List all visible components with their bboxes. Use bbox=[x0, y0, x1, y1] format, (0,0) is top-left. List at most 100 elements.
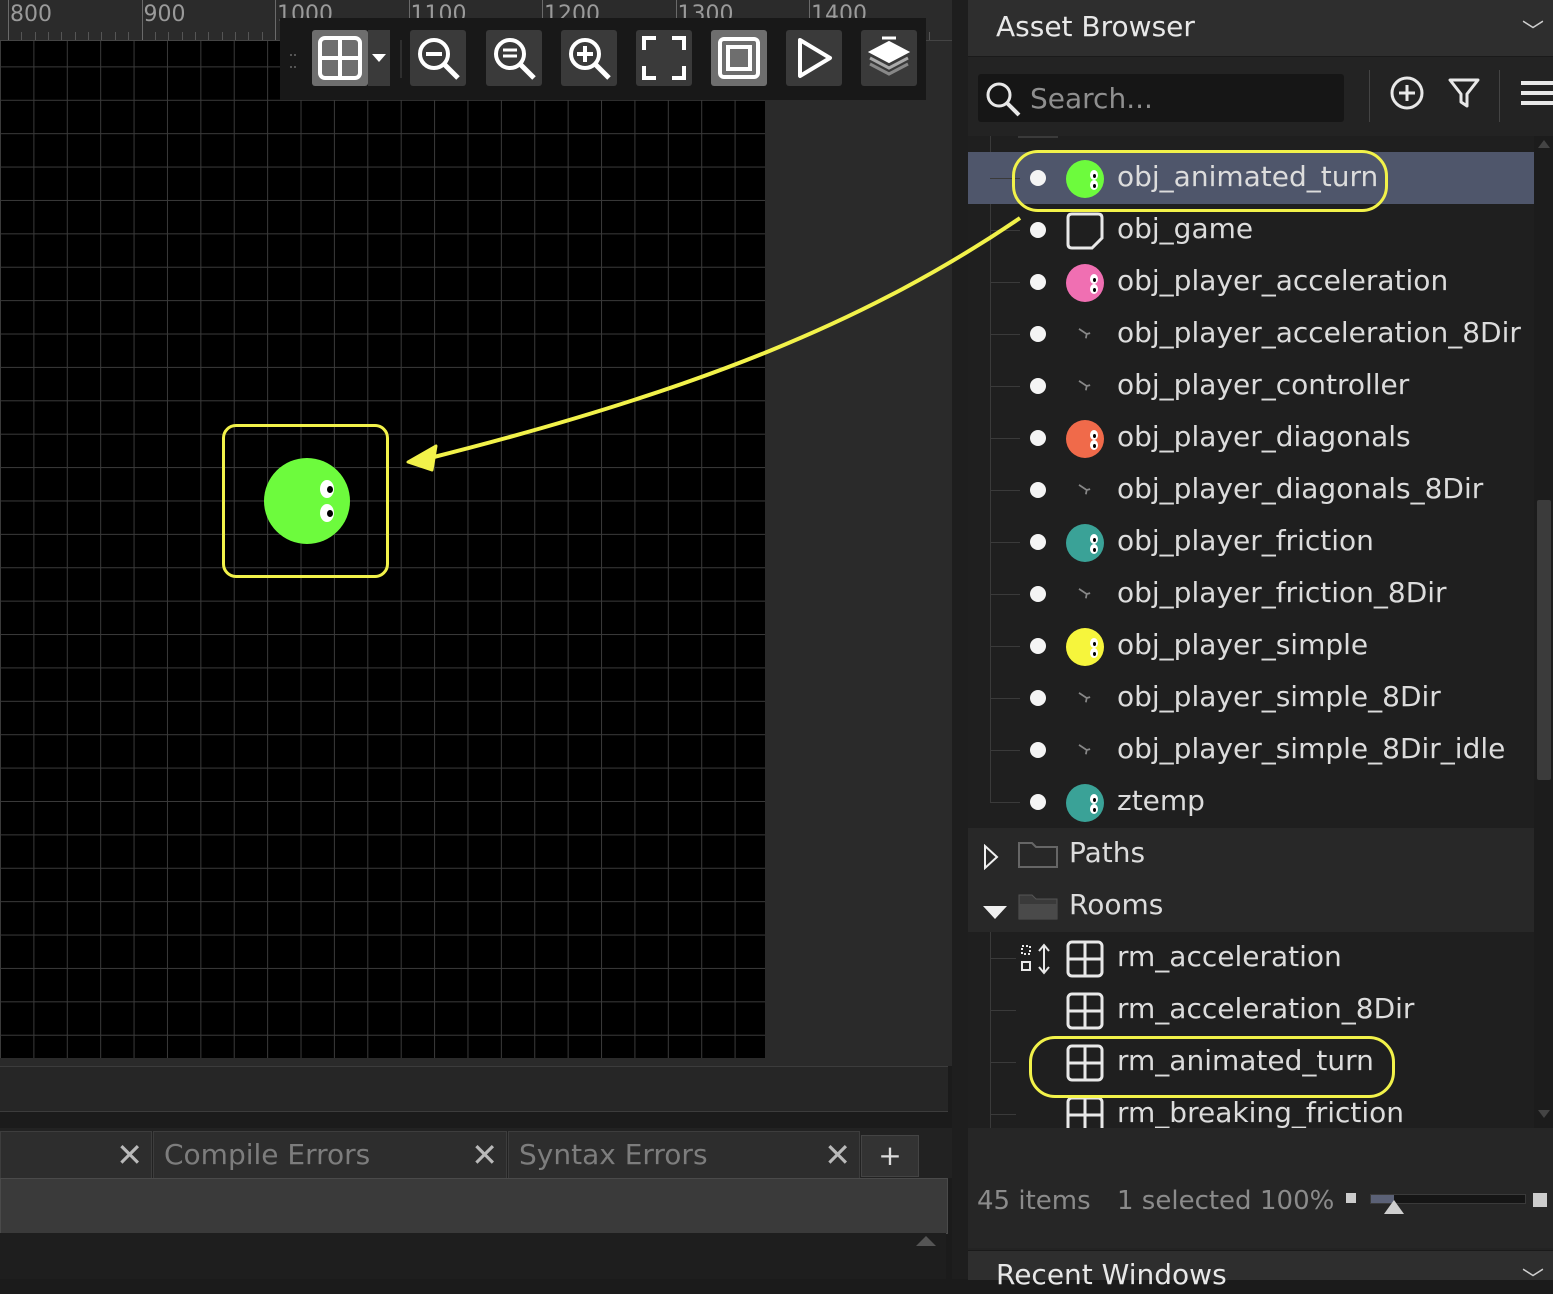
sprite-pupil bbox=[1093, 642, 1096, 646]
asset-row-object[interactable]: obj_player_friction_8Dir bbox=[968, 568, 1534, 620]
sprite-pupil bbox=[1093, 548, 1096, 552]
asset-row-object[interactable]: obj_player_acceleration_8Dir bbox=[968, 308, 1534, 360]
tree-guide bbox=[990, 802, 1020, 803]
tab-compile-errors[interactable]: Compile Errors ✕ bbox=[153, 1131, 507, 1178]
tab-syntax-errors[interactable]: Syntax Errors ✕ bbox=[508, 1131, 860, 1178]
horizontal-scrollbar[interactable] bbox=[0, 1066, 948, 1112]
close-icon[interactable]: ✕ bbox=[471, 1132, 498, 1178]
ruler-minor-tick bbox=[88, 32, 90, 40]
collapse-triangle-icon[interactable] bbox=[982, 843, 1000, 877]
asset-row-object[interactable]: ztemp bbox=[968, 776, 1534, 828]
sprite-face bbox=[1066, 264, 1104, 302]
asset-row-object[interactable]: obj_player_diagonals bbox=[968, 412, 1534, 464]
status-dot bbox=[1030, 326, 1046, 342]
scroll-up-icon[interactable] bbox=[916, 1236, 936, 1246]
asset-row-room[interactable]: rm_acceleration_8Dir bbox=[968, 984, 1534, 1036]
asset-row-object[interactable]: obj_player_simple bbox=[968, 620, 1534, 672]
scroll-up-icon[interactable] bbox=[1538, 140, 1550, 148]
sprite-pupil bbox=[1093, 808, 1096, 812]
asset-row-object[interactable]: obj_player_friction bbox=[968, 516, 1534, 568]
folder-row-paths[interactable]: Paths bbox=[968, 828, 1534, 880]
sprite-pupil bbox=[1093, 798, 1096, 802]
scroll-down-icon[interactable] bbox=[1538, 1110, 1550, 1118]
sprite-thumbnail bbox=[1066, 420, 1104, 458]
close-icon[interactable]: ✕ bbox=[824, 1132, 851, 1178]
panel-splitter[interactable] bbox=[952, 0, 968, 1279]
zoom-level: 100% bbox=[1260, 1186, 1335, 1216]
tree-guide bbox=[990, 646, 1020, 647]
asset-row-object[interactable]: obj_player_acceleration bbox=[968, 256, 1534, 308]
sprite-eye bbox=[1090, 794, 1098, 804]
asset-row-room[interactable]: rm_acceleration bbox=[968, 932, 1534, 984]
sprite-pupil bbox=[1093, 288, 1096, 292]
tree-guide bbox=[990, 1114, 1016, 1115]
tree-guide bbox=[990, 542, 1020, 543]
layers-button[interactable] bbox=[861, 30, 917, 86]
recent-windows-title: Recent Windows bbox=[996, 1258, 1227, 1291]
ruler-minor-tick bbox=[128, 32, 130, 40]
fit-view-button[interactable] bbox=[636, 30, 692, 86]
asset-label: rm_breaking_friction bbox=[1117, 1096, 1405, 1128]
status-dot bbox=[1030, 690, 1046, 706]
chevron-down-icon[interactable]: ﹀ bbox=[1522, 1262, 1544, 1294]
toolbar-grip[interactable] bbox=[290, 54, 296, 68]
ruler-minor-tick bbox=[194, 32, 196, 40]
sprite-pupil bbox=[1093, 652, 1096, 656]
sprite-eye bbox=[1090, 638, 1098, 648]
search-icon bbox=[984, 80, 1022, 122]
output-tab[interactable]: ✕ bbox=[0, 1131, 152, 1178]
asset-label: obj_player_simple bbox=[1117, 628, 1369, 661]
sprite-face bbox=[1066, 784, 1104, 822]
zoom-slider-handle[interactable] bbox=[1384, 1200, 1405, 1214]
asset-row-object[interactable]: obj_player_diagonals_8Dir bbox=[968, 464, 1534, 516]
status-dot bbox=[1030, 586, 1046, 602]
folder-label: Paths bbox=[1069, 836, 1146, 869]
output-area[interactable] bbox=[0, 1233, 946, 1279]
ruler-minor-tick bbox=[114, 32, 116, 40]
close-icon[interactable]: ✕ bbox=[116, 1132, 143, 1178]
chevron-down-icon[interactable]: ﹀ bbox=[1522, 14, 1544, 46]
toggle-frame-button[interactable] bbox=[711, 30, 767, 86]
folder-row-rooms[interactable]: Rooms bbox=[968, 880, 1534, 932]
menu-icon[interactable] bbox=[1518, 74, 1553, 116]
ruler-minor-tick bbox=[48, 32, 50, 40]
ruler-label: 800 bbox=[10, 2, 52, 27]
search-input[interactable] bbox=[1030, 76, 1330, 120]
asset-label: rm_acceleration_8Dir bbox=[1117, 992, 1415, 1025]
zoom-in-button[interactable] bbox=[561, 30, 617, 86]
asset-tree-scroll-thumb[interactable] bbox=[1537, 500, 1551, 780]
arrow-sprite-thumbnail bbox=[1066, 316, 1104, 354]
run-button[interactable] bbox=[786, 30, 842, 86]
asset-label: obj_player_friction bbox=[1117, 524, 1374, 557]
asset-label: obj_game bbox=[1117, 212, 1254, 245]
selected-object-highlight bbox=[1012, 150, 1388, 212]
filter-icon[interactable] bbox=[1446, 74, 1482, 116]
grid-toggle-button[interactable] bbox=[312, 30, 368, 86]
expand-triangle-icon[interactable] bbox=[982, 896, 1008, 929]
asset-label: obj_player_friction_8Dir bbox=[1117, 576, 1447, 609]
add-asset-icon[interactable] bbox=[1388, 74, 1426, 116]
ruler-minor-tick bbox=[261, 32, 263, 40]
tree-guide bbox=[990, 594, 1020, 595]
output-filter-field[interactable] bbox=[0, 1178, 948, 1234]
asset-row-object[interactable]: obj_player_controller bbox=[968, 360, 1534, 412]
start-room-icon bbox=[1020, 942, 1056, 983]
sprite-eye bbox=[1090, 544, 1098, 554]
fullscreen-icon bbox=[642, 36, 686, 80]
asset-row-object[interactable]: obj_player_simple_8Dir_idle bbox=[968, 724, 1534, 776]
ruler-minor-tick bbox=[248, 32, 250, 40]
asset-label: obj_player_acceleration_8Dir bbox=[1117, 316, 1521, 349]
ruler-minor-tick bbox=[234, 32, 236, 40]
asset-row-object[interactable]: obj_player_simple_8Dir bbox=[968, 672, 1534, 724]
tab-compile-errors-label: Compile Errors bbox=[164, 1138, 371, 1171]
ruler-minor-tick bbox=[181, 32, 183, 40]
sprite-pupil bbox=[1093, 278, 1096, 282]
grid-dropdown-button[interactable] bbox=[368, 30, 390, 86]
zoom-reset-icon bbox=[494, 38, 536, 80]
play-icon bbox=[798, 38, 832, 78]
zoom-reset-button[interactable] bbox=[486, 30, 542, 86]
asset-label: obj_player_acceleration bbox=[1117, 264, 1449, 297]
grid-icon bbox=[318, 36, 362, 80]
zoom-out-button[interactable] bbox=[410, 30, 466, 86]
add-tab-button[interactable]: + bbox=[861, 1135, 919, 1177]
